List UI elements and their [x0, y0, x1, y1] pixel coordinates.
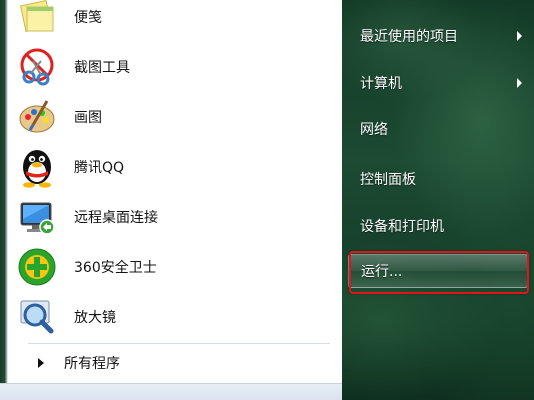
snipping-tool-icon [14, 44, 60, 90]
program-label: 放大镜 [74, 310, 116, 326]
programs-pane: 便笺 截图工具 画图 腾讯QQ 远程桌面连接 360安全卫士 放大镜 所有程序 [0, 0, 342, 400]
sticky-notes-icon [14, 0, 60, 40]
menu-item-recent-items[interactable]: 最近使用的项目 [348, 19, 528, 53]
menu-item-control-panel[interactable]: 控制面板 [348, 162, 528, 196]
red-highlight-box [349, 251, 529, 294]
search-area [0, 383, 342, 400]
program-sticky-notes[interactable]: 便笺 [10, 0, 340, 42]
qq-penguin-icon [14, 144, 60, 190]
program-label: 便笺 [74, 10, 102, 26]
program-snipping-tool[interactable]: 截图工具 [10, 42, 340, 92]
program-360-security[interactable]: 360安全卫士 [10, 242, 340, 292]
magnifier-icon [14, 294, 60, 340]
menu-item-network[interactable]: 网络 [348, 112, 528, 146]
program-paint[interactable]: 画图 [10, 92, 340, 142]
program-qq[interactable]: 腾讯QQ [10, 142, 340, 192]
menu-item-label: 最近使用的项目 [360, 29, 458, 45]
program-remote-desktop[interactable]: 远程桌面连接 [10, 192, 340, 242]
program-label: 腾讯QQ [74, 160, 125, 176]
all-programs-label: 所有程序 [64, 356, 120, 372]
paint-icon [14, 94, 60, 140]
program-magnifier[interactable]: 放大镜 [10, 292, 340, 342]
menu-item-devices-printers[interactable]: 设备和打印机 [348, 209, 528, 243]
program-label: 画图 [74, 110, 102, 126]
submenu-arrow-icon [517, 78, 522, 88]
program-label: 远程桌面连接 [74, 210, 158, 226]
program-label: 360安全卫士 [74, 260, 157, 276]
menu-item-label: 计算机 [360, 76, 402, 92]
places-pane: 最近使用的项目 计算机 网络 控制面板 设备和打印机 运行... [342, 0, 534, 400]
menu-item-label: 网络 [360, 122, 388, 138]
all-programs-button[interactable]: 所有程序 [10, 349, 340, 377]
start-menu: 便笺 截图工具 画图 腾讯QQ 远程桌面连接 360安全卫士 放大镜 所有程序 … [0, 0, 534, 400]
menu-item-computer[interactable]: 计算机 [348, 66, 528, 100]
menu-item-label: 控制面板 [360, 172, 416, 188]
remote-desktop-icon [14, 194, 60, 240]
programs-separator [28, 343, 330, 344]
menu-item-label: 设备和打印机 [360, 219, 444, 235]
submenu-arrow-icon [517, 31, 522, 41]
360-security-icon [14, 244, 60, 290]
program-label: 截图工具 [74, 60, 130, 76]
arrow-right-icon [38, 358, 44, 368]
